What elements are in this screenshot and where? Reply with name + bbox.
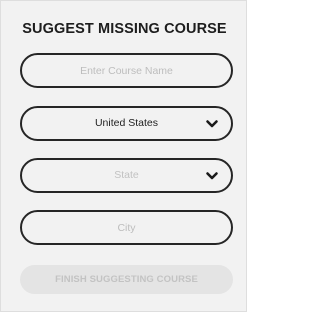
city-field-wrapper (20, 210, 233, 245)
country-select-value: United States (94, 117, 159, 129)
finish-suggesting-course-button[interactable]: FINISH SUGGESTING COURSE (20, 265, 233, 294)
state-select-placeholder: State (114, 169, 139, 181)
suggest-course-panel: SUGGEST MISSING COURSE United States Sta… (0, 0, 247, 312)
city-input[interactable] (22, 212, 231, 243)
course-name-field-wrapper (20, 53, 233, 88)
course-name-input[interactable] (22, 55, 231, 86)
country-select[interactable]: United States (20, 106, 233, 141)
state-select[interactable]: State (20, 158, 233, 193)
form-title: SUGGEST MISSING COURSE (22, 21, 227, 37)
chevron-down-icon (206, 120, 218, 128)
chevron-down-icon (206, 172, 218, 180)
